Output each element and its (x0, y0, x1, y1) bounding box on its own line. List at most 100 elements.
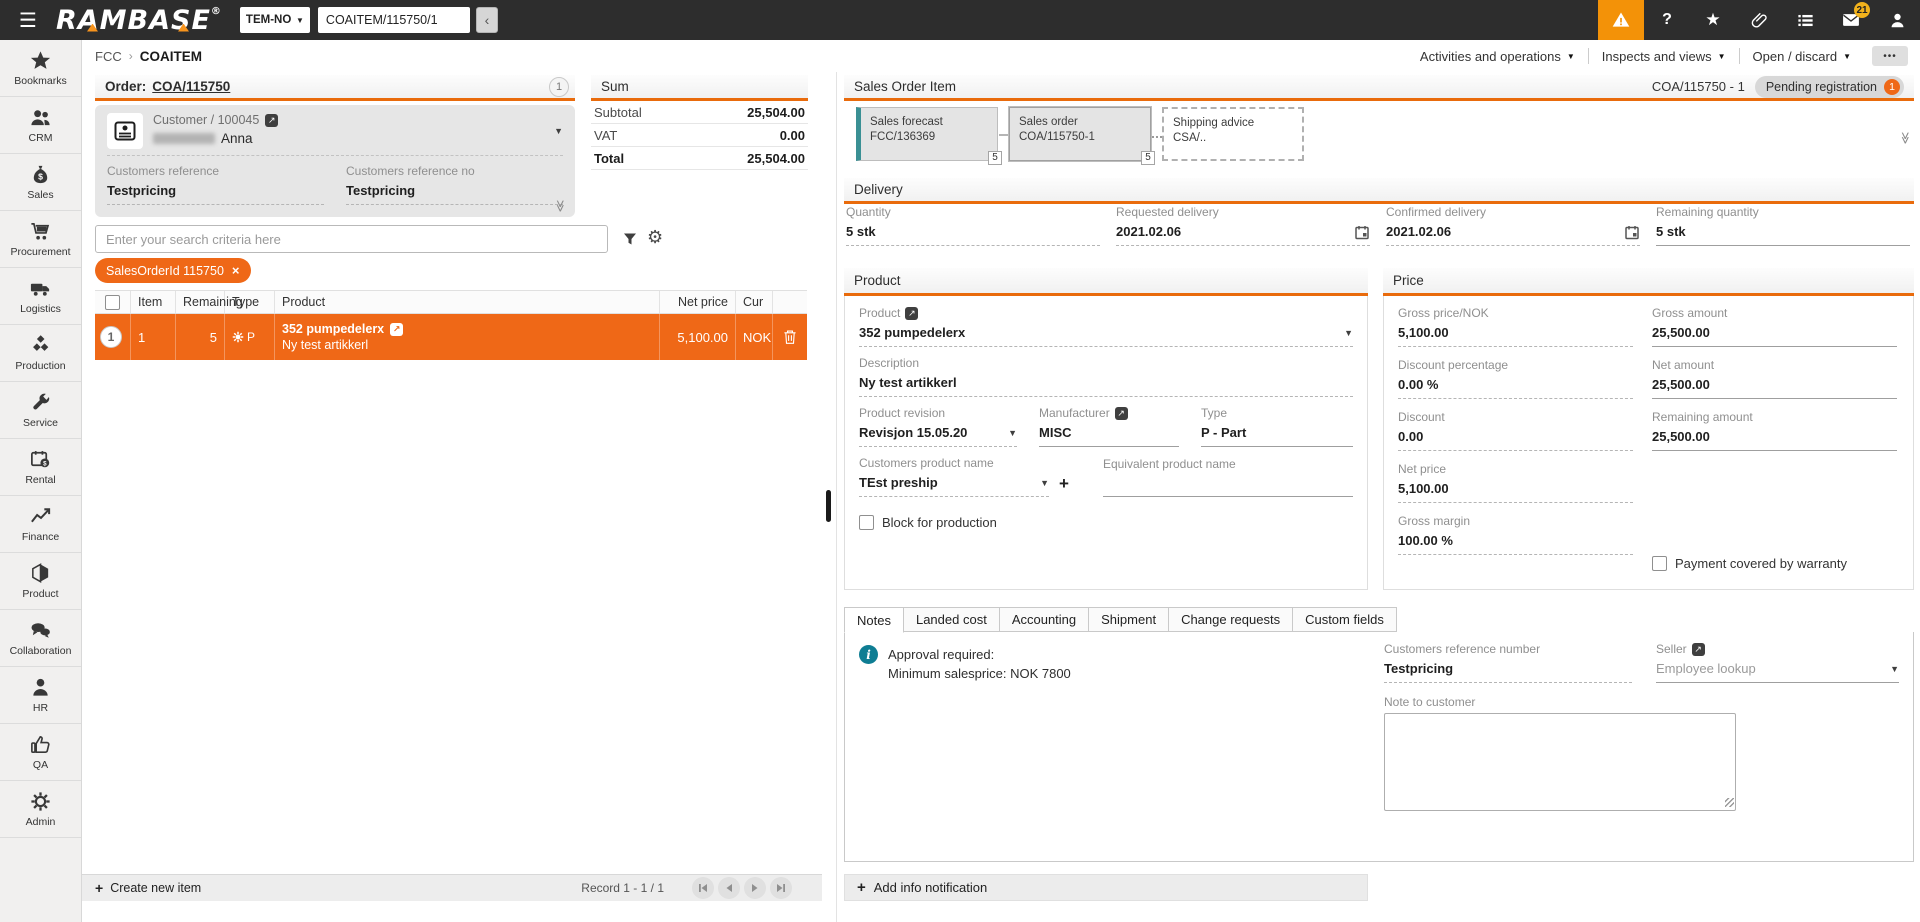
inspects-views-menu[interactable]: Inspects and views ▼ (1589, 49, 1739, 64)
customers-reference-no-field[interactable]: Customers reference no Testpricing (346, 164, 563, 205)
add-info-notification-button[interactable]: + Add info notification (844, 874, 1368, 901)
module-select[interactable]: TEM-NO ▼ (240, 7, 310, 33)
discount-field[interactable]: Discount 0.00 (1398, 410, 1633, 451)
sidebar-item-bookmarks[interactable]: Bookmarks (0, 40, 81, 97)
customers-product-name-field[interactable]: Customers product name TEst preship ▼ (859, 456, 1049, 497)
seller-field[interactable]: Seller ↗ Employee lookup ▼ (1656, 642, 1899, 683)
product-revision-field[interactable]: Product revision Revisjon 15.05.20 ▼ (859, 406, 1017, 447)
requested-delivery-field[interactable]: Requested delivery 2021.02.06 (1116, 205, 1370, 246)
calendar-icon[interactable] (1354, 224, 1370, 240)
customers-reference-number-field[interactable]: Customers reference number Testpricing (1384, 642, 1632, 683)
open-product-icon[interactable]: ↗ (905, 307, 918, 320)
activities-operations-menu[interactable]: Activities and operations ▼ (1407, 49, 1588, 64)
more-options-button[interactable]: ••• (1872, 46, 1908, 66)
column-header-cur[interactable]: Cur (736, 291, 773, 313)
quantity-field[interactable]: Quantity 5 stk (846, 205, 1100, 246)
tab-shipment[interactable]: Shipment (1088, 607, 1169, 632)
tab-change-requests[interactable]: Change requests (1168, 607, 1293, 632)
sidebar-item-service[interactable]: Service (0, 382, 81, 439)
open-product-icon[interactable]: ↗ (390, 323, 403, 336)
customers-reference-field[interactable]: Customers reference Testpricing (107, 164, 324, 205)
flow-box-sales-order[interactable]: Sales order COA/115750-1 5 (1009, 107, 1151, 161)
sidebar-item-crm[interactable]: CRM (0, 97, 81, 154)
textarea-resize-handle[interactable] (1725, 798, 1734, 807)
first-page-button[interactable] (692, 877, 714, 899)
field-label: Confirmed delivery (1386, 205, 1640, 220)
breadcrumb-root[interactable]: FCC (95, 49, 122, 64)
chevron-down-icon[interactable]: ▼ (1890, 660, 1899, 678)
contact-card-icon (113, 119, 137, 143)
tab-landed-cost[interactable]: Landed cost (903, 607, 1000, 632)
create-new-item-button[interactable]: + Create new item (95, 880, 201, 896)
column-header-item[interactable]: Item (131, 291, 176, 313)
sidebar-item-sales[interactable]: $ Sales (0, 154, 81, 211)
attachments-button[interactable] (1736, 0, 1782, 40)
price-left-column: Gross price/NOK 5,100.00 Discount percen… (1398, 306, 1633, 566)
sidebar-item-procurement[interactable]: Procurement (0, 211, 81, 268)
sidebar-item-qa[interactable]: QA (0, 724, 81, 781)
next-page-button[interactable] (744, 877, 766, 899)
remove-filter-icon[interactable]: × (232, 263, 240, 278)
open-customer-icon[interactable]: ↗ (265, 114, 278, 127)
sidebar-item-product[interactable]: Product (0, 553, 81, 610)
order-link[interactable]: COA/115750 (152, 79, 230, 94)
tasks-list-button[interactable] (1782, 0, 1828, 40)
expand-flow-icon[interactable]: ≫ (1899, 132, 1913, 145)
payment-warranty-checkbox[interactable] (1652, 556, 1667, 571)
product-field[interactable]: Product ↗ 352 pumpedelerx ▼ (859, 306, 1353, 347)
column-header-remaining[interactable]: Remaining (176, 291, 225, 313)
column-header-net-price[interactable]: Net price (660, 291, 736, 313)
back-button[interactable]: ‹ (476, 7, 498, 33)
chevron-down-icon[interactable]: ▼ (1344, 324, 1353, 342)
confirmed-delivery-field[interactable]: Confirmed delivery 2021.02.06 (1386, 205, 1640, 246)
discount-percentage-field[interactable]: Discount percentage 0.00 % (1398, 358, 1633, 399)
global-search-input[interactable] (318, 7, 470, 33)
sidebar-item-rental[interactable]: $ Rental (0, 439, 81, 496)
sidebar-item-finance[interactable]: Finance (0, 496, 81, 553)
block-for-production-checkbox[interactable] (859, 515, 874, 530)
item-search-input[interactable] (95, 225, 608, 253)
customer-dropdown-icon[interactable]: ▼ (554, 126, 563, 136)
last-page-button[interactable] (770, 877, 792, 899)
sidebar-item-collaboration[interactable]: Collaboration (0, 610, 81, 667)
open-discard-menu[interactable]: Open / discard ▼ (1740, 49, 1864, 64)
alerts-button[interactable] (1598, 0, 1644, 40)
calendar-icon[interactable] (1624, 224, 1640, 240)
field-label: Discount (1398, 410, 1633, 425)
settings-gear-icon[interactable]: ⚙ (647, 227, 663, 248)
chevron-down-icon[interactable]: ▼ (1040, 474, 1049, 492)
sidebar-item-production[interactable]: Production (0, 325, 81, 382)
expand-customer-card-icon[interactable]: ≫ (554, 200, 568, 213)
description-field[interactable]: Description Ny test artikkerl (859, 356, 1353, 397)
hamburger-menu-icon[interactable]: ☰ (0, 8, 56, 33)
user-profile-button[interactable] (1874, 0, 1920, 40)
add-customers-product-name-button[interactable]: + (1059, 475, 1069, 497)
trash-icon[interactable] (783, 329, 797, 345)
flow-box-sales-forecast[interactable]: Sales forecast FCC/136369 5 (856, 107, 998, 161)
tab-accounting[interactable]: Accounting (999, 607, 1089, 632)
select-all-checkbox[interactable] (105, 295, 120, 310)
tab-custom-fields[interactable]: Custom fields (1292, 607, 1397, 632)
gross-price-field[interactable]: Gross price/NOK 5,100.00 (1398, 306, 1633, 347)
table-row[interactable]: 1 1 5 P 352 pumpedelerx ↗ Ny test artikk… (95, 314, 807, 360)
sales-order-filter-chip[interactable]: SalesOrderId 115750 × (95, 258, 251, 283)
sidebar-item-logistics[interactable]: Logistics (0, 268, 81, 325)
open-seller-icon[interactable]: ↗ (1692, 643, 1705, 656)
net-price-field[interactable]: Net price 5,100.00 (1398, 462, 1633, 503)
previous-page-button[interactable] (718, 877, 740, 899)
flow-box-shipping-advice[interactable]: Shipping advice CSA/.. (1162, 107, 1304, 161)
tab-notes[interactable]: Notes (844, 607, 904, 633)
note-to-customer-textarea[interactable] (1384, 713, 1736, 811)
sidebar-item-hr[interactable]: HR (0, 667, 81, 724)
chevron-down-icon[interactable]: ▼ (1008, 424, 1017, 442)
help-button[interactable]: ? (1644, 0, 1690, 40)
column-header-type[interactable]: Type (225, 291, 275, 313)
favorites-button[interactable]: ★ (1690, 0, 1736, 40)
equivalent-product-name-field[interactable]: Equivalent product name (1103, 457, 1353, 497)
messages-button[interactable]: 21 (1828, 0, 1874, 40)
column-header-product[interactable]: Product (275, 291, 660, 313)
filter-funnel-icon[interactable] (622, 231, 638, 252)
sidebar-item-admin[interactable]: Admin (0, 781, 81, 838)
splitter-drag-handle[interactable] (826, 490, 831, 522)
open-manufacturer-icon[interactable]: ↗ (1115, 407, 1128, 420)
